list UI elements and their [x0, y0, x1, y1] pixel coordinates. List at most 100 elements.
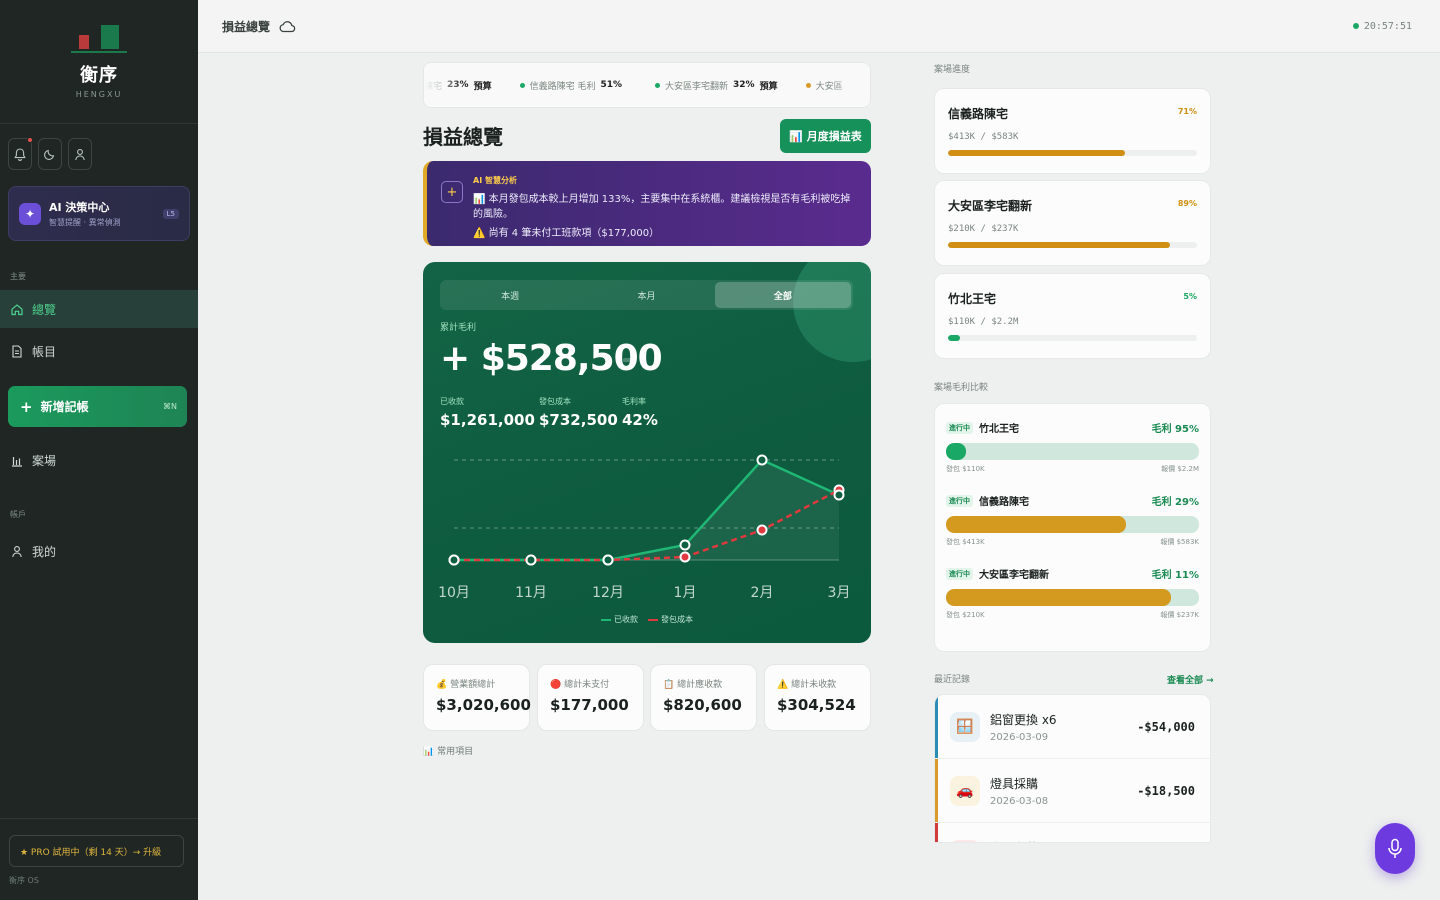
stat-card-receivable[interactable]: 📋 總計應收款 $820,600 [650, 664, 757, 731]
ticker-value: 23% [447, 80, 469, 90]
clock: 20:57:51 [1352, 20, 1412, 32]
recent-record-row[interactable]: 家具安裝 2026-03-07 [935, 823, 1210, 842]
voice-input-button[interactable] [1375, 823, 1415, 874]
os-label: 衡序 OS [9, 876, 39, 885]
project-amount: $210K / $237K [948, 224, 1019, 234]
margin-row[interactable]: 進行中 信義路陳宅 毛利 29% 發包 $413K 報價 $583K [946, 493, 1199, 547]
sidebar: 衡序 HENGXU ✦ AI 決策中心 智慧提醒 · 異常偵測 L5 主要 總覽… [0, 0, 198, 900]
margin-row[interactable]: 進行中 竹北王宅 毛利 95% 發包 $110K 報價 $2.2M [946, 420, 1199, 474]
notification-dot [27, 137, 33, 143]
brand-logo[interactable]: 衡序 HENGXU [0, 0, 198, 124]
project-card[interactable]: 竹北王宅 5% $110K / $2.2M [934, 273, 1211, 359]
margin-value: 毛利 95% [1151, 424, 1199, 435]
dark-mode-button[interactable] [38, 138, 62, 170]
stat-card-revenue[interactable]: 💰 營業額總計 $3,020,600 [423, 664, 531, 731]
record-accent [935, 823, 938, 842]
progress-bar [948, 242, 1197, 248]
record-title: 鋁窗更換 x6 [990, 712, 1057, 727]
sidebar-item-ledger[interactable]: 帳目 [0, 332, 198, 370]
tab-all[interactable]: 全部 [714, 282, 851, 308]
margin-row[interactable]: 進行中 大安區李宅翻新 毛利 11% 發包 $210K 報價 $237K [946, 566, 1199, 620]
add-entry-button[interactable]: + 新增記帳 ⌘N [8, 386, 187, 427]
legend-item-cost: 發包成本 [648, 614, 693, 625]
data-point-cost [756, 524, 768, 536]
data-point-received [525, 554, 537, 566]
sidebar-footer: ★ PRO 試用中（剩 14 天）→ 升級 衡序 OS [0, 818, 198, 900]
sidebar-item-overview[interactable]: 總覽 [0, 290, 198, 328]
nav-section-main: 主要 [10, 272, 26, 281]
sidebar-item-projects[interactable]: 案場 [0, 441, 198, 479]
ticker-name: 陳宅 [424, 81, 443, 92]
quote-label: 報價 $583K [1160, 538, 1199, 546]
tab-week[interactable]: 本週 [442, 282, 578, 308]
margin-bar [946, 589, 1199, 606]
ai-center-card[interactable]: ✦ AI 決策中心 智慧提醒 · 異常偵測 L5 [8, 186, 190, 241]
user-icon [12, 545, 22, 557]
top-title: 損益總覽 [222, 19, 271, 34]
sparkle-icon: ✦ [19, 202, 41, 225]
stat-label: 📋 總計應收款 [663, 680, 723, 690]
see-all-link[interactable]: 查看全部 → [1167, 673, 1214, 686]
stat-label: 🔴 總計未支付 [550, 680, 610, 690]
document-icon [12, 344, 22, 358]
common-items-label: 📊 常用項目 [423, 747, 474, 757]
ticker-item: 陳宅 23% 預算 [424, 79, 492, 92]
monthly-report-button[interactable]: 📊 月度損益表 [780, 119, 871, 153]
online-dot [1352, 23, 1359, 29]
add-entry-label: 新增記帳 [40, 400, 89, 414]
stat-value: $3,020,600 [436, 696, 531, 714]
cost-label: 發包 $210K [946, 611, 985, 619]
x-tick-label: 2月 [751, 585, 774, 601]
kpi-label: 已收款 [440, 397, 464, 406]
decorative-glow [793, 262, 871, 362]
progress-fill [948, 242, 1170, 248]
profit-line-chart: 10月 11月 12月 1月 2月 3月 [438, 454, 851, 601]
record-accent [935, 759, 938, 822]
data-point-received [679, 539, 691, 551]
progress-bar [948, 150, 1197, 156]
sidebar-tools [0, 130, 198, 178]
sidebar-item-me[interactable]: 我的 [0, 532, 198, 570]
margin-row-head: 進行中 竹北王宅 毛利 95% [946, 420, 1199, 435]
ticker-name: 大安區李宅翻新 [665, 81, 729, 92]
clock-text: 20:57:51 [1363, 20, 1412, 32]
ticker-item: 大安區李宅翻新 32% 預算 [655, 79, 778, 92]
margin-row-head: 進行中 信義路陳宅 毛利 29% [946, 493, 1199, 508]
stat-card-uncollected[interactable]: ⚠️ 總計未收款 $304,524 [764, 664, 871, 731]
margin-project-name: 竹北王宅 [979, 424, 1019, 435]
sidebar-item-label: 我的 [32, 544, 57, 559]
stat-card-unpaid[interactable]: 🔴 總計未支付 $177,000 [537, 664, 644, 731]
profile-button[interactable] [68, 138, 92, 170]
recent-record-row[interactable]: 🚗 燈具採購 2026-03-08 -$18,500 [935, 759, 1210, 823]
project-percent: 89% [1177, 199, 1197, 208]
legend-label: 已收款 [614, 615, 638, 624]
status-badge: 進行中 [946, 567, 973, 580]
bell-icon [14, 147, 26, 161]
recent-record-row[interactable]: 🪟 鋁窗更換 x6 2026-03-09 -$54,000 [935, 695, 1210, 759]
project-card[interactable]: 信義路陳宅 71% $413K / $583K [934, 88, 1211, 174]
tab-month[interactable]: 本月 [578, 282, 714, 308]
record-icon: 🚗 [950, 775, 980, 806]
project-card[interactable]: 大安區李宅翻新 89% $210K / $237K [934, 180, 1211, 266]
data-point-received [602, 554, 614, 566]
quote-label: 報價 $2.2M [1161, 465, 1199, 473]
margin-fill [946, 589, 1172, 606]
ai-analysis-banner[interactable]: + AI 智慧分析 📊 本月發包成本較上月增加 133%，主要集中在系統櫃。建議… [423, 161, 871, 246]
sidebar-item-label: 案場 [32, 453, 57, 468]
margin-value: 毛利 29% [1151, 497, 1199, 508]
notification-button[interactable] [8, 137, 33, 170]
record-title: 燈具採購 [990, 776, 1039, 791]
legend-label: 發包成本 [661, 615, 693, 624]
kpi-received: 已收款 $1,261,000 [440, 396, 535, 429]
chart-legend: 已收款 發包成本 [423, 614, 871, 625]
stat-value: $177,000 [550, 696, 629, 714]
x-tick-label: 3月 [828, 585, 851, 601]
add-entry-shortcut: ⌘N [163, 402, 177, 411]
status-dot [519, 82, 525, 88]
pro-upgrade-button[interactable]: ★ PRO 試用中（剩 14 天）→ 升級 [9, 835, 184, 867]
user-icon [75, 148, 85, 160]
quote-label: 報價 $237K [1160, 611, 1199, 619]
kpi-margin-rate: 毛利率 42% [622, 396, 658, 429]
cost-label: 發包 $110K [946, 465, 985, 473]
ticker-suffix: 預算 [473, 81, 492, 92]
